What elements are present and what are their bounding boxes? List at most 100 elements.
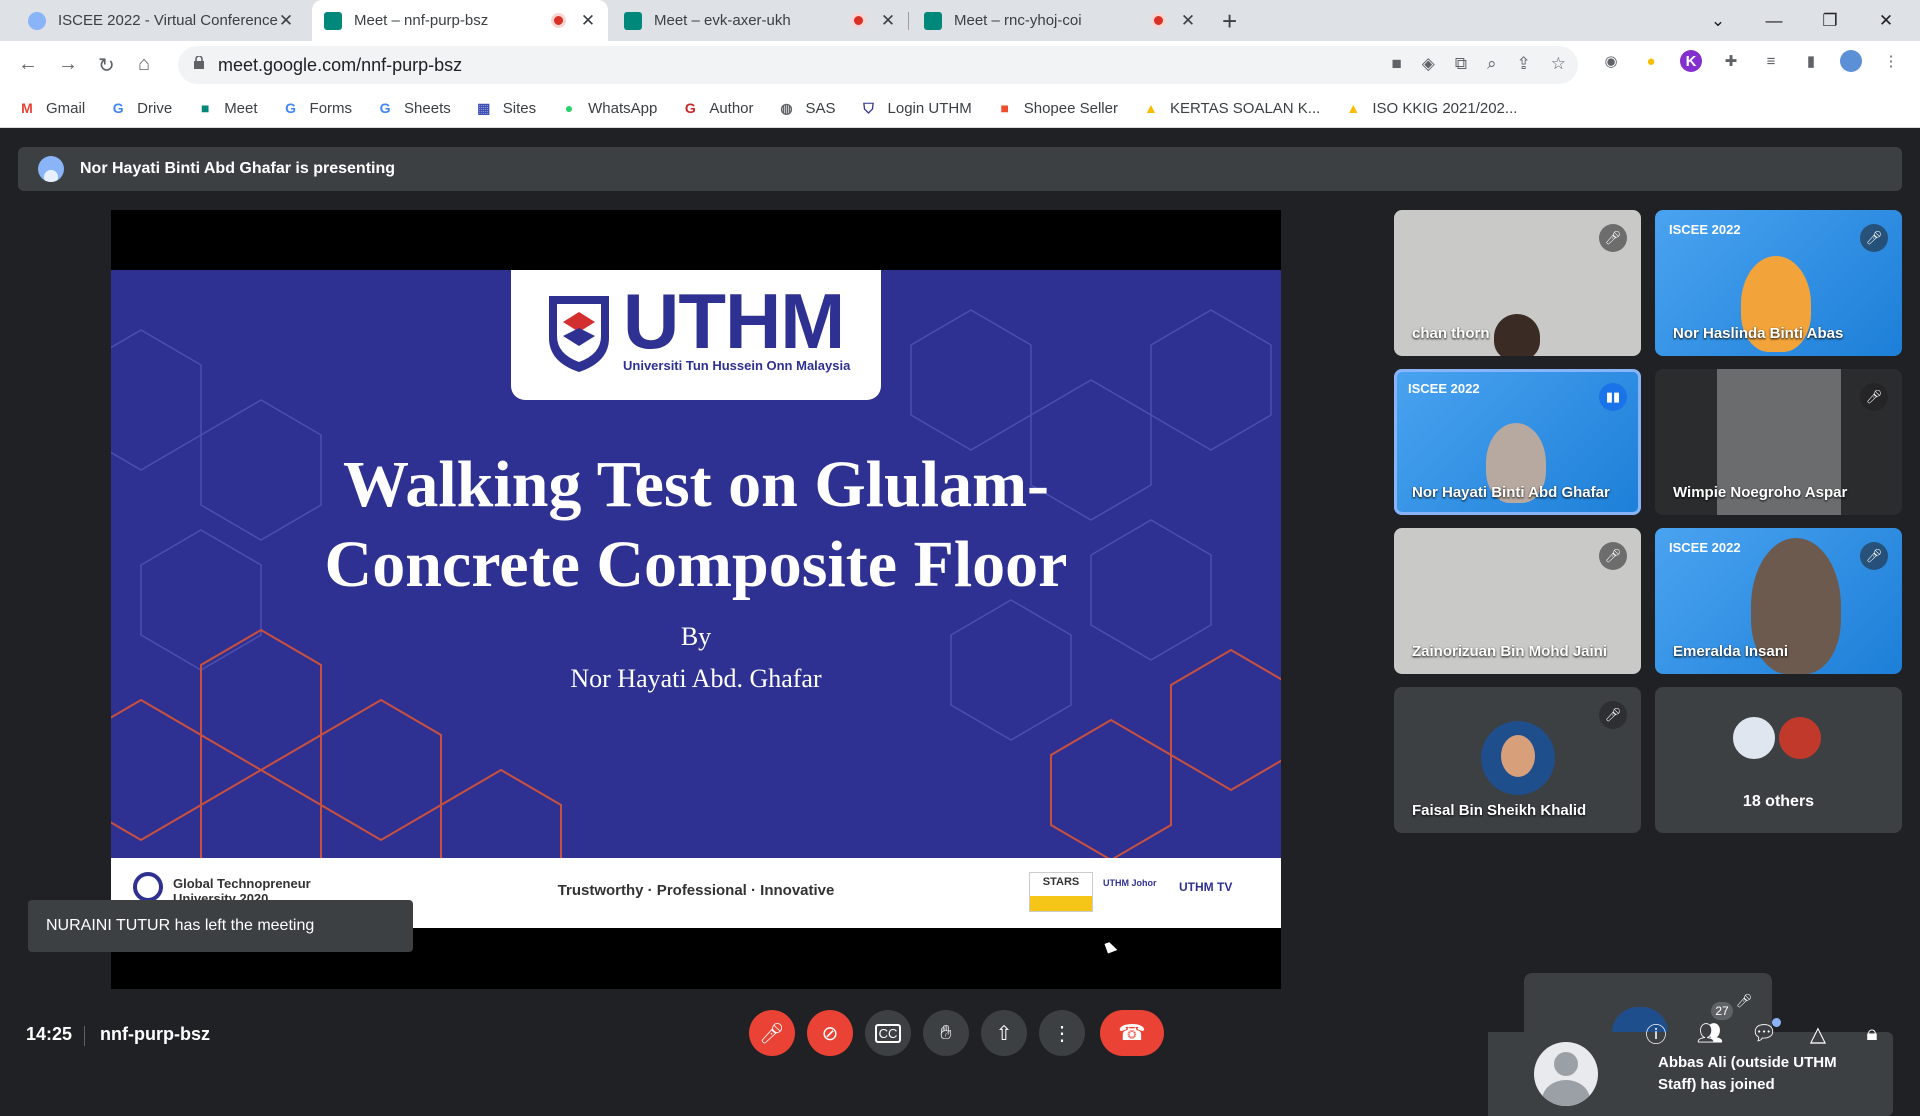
bookmark-login-uthm[interactable]: ⛉ Login UTHM [860, 99, 972, 117]
meet-icon [924, 11, 942, 30]
presenting-text: Nor Hayati Binti Abd Ghafar is presentin… [80, 160, 396, 177]
iscee-watermark: ISCEE 2022 [1669, 540, 1741, 555]
bookmark-star-icon[interactable]: ☆ [1551, 54, 1566, 74]
bookmark-iso[interactable]: ▲ ISO KKIG 2021/202... [1344, 99, 1517, 117]
k-extension-icon[interactable]: K [1680, 50, 1702, 72]
maximize-button[interactable]: ❐ [1802, 0, 1858, 41]
reload-icon[interactable]: ↻ [98, 53, 115, 78]
close-icon[interactable]: ✕ [880, 11, 896, 31]
activities-icon[interactable]: △ [1804, 1020, 1832, 1048]
close-icon[interactable]: ✕ [1180, 11, 1196, 31]
bookmark-forms[interactable]: G Forms [282, 99, 352, 117]
meeting-details-icon[interactable]: ⓘ [1642, 1020, 1670, 1048]
recording-icon [1151, 13, 1166, 28]
open-external-icon[interactable]: ⧉ [1455, 54, 1467, 74]
participant-tile[interactable]: ISCEE 2022 🎤︎ Emeralda Insani [1655, 528, 1902, 674]
captions-button[interactable]: CC [865, 1010, 911, 1056]
participant-name: Nor Hayati Binti Abd Ghafar [1412, 484, 1610, 501]
bookmark-label: Login UTHM [887, 99, 972, 117]
tab-meet-rnc[interactable]: Meet – rnc-yhoj-coi ✕ [912, 0, 1208, 41]
mic-off-icon: 🎤︎ [759, 1022, 785, 1045]
participant-tile[interactable]: ISCEE 2022 ▮▮ Nor Hayati Binti Abd Ghafa… [1394, 369, 1641, 515]
close-icon[interactable]: ✕ [580, 11, 596, 31]
media-control-icon[interactable]: ≡ [1760, 50, 1782, 72]
participant-name: Emeralda Insani [1673, 643, 1789, 660]
share-icon[interactable]: ⇪ [1517, 54, 1531, 74]
more-options-button[interactable]: ⋮ [1039, 1010, 1085, 1056]
close-icon[interactable]: ✕ [278, 11, 294, 31]
tab-strip: ISCEE 2022 - Virtual Conference ✕ Meet –… [0, 0, 1920, 41]
owl-extension-icon[interactable]: ◉ [1600, 50, 1622, 72]
tab-iscee[interactable]: ISCEE 2022 - Virtual Conference ✕ [16, 0, 306, 41]
bookmark-label: KERTAS SOALAN K... [1169, 99, 1321, 117]
tab-search-icon[interactable]: ⌄ [1690, 0, 1746, 41]
bookmark-gmail[interactable]: M Gmail [18, 99, 85, 117]
url-text: meet.google.com/nnf-purp-bsz [218, 55, 463, 75]
uthm-tv-logo: UTHM TV [1179, 880, 1233, 894]
camera-off-icon: ⊘ [821, 1022, 839, 1045]
bookmark-sheets[interactable]: G Sheets [376, 99, 451, 117]
raise-hand-button[interactable]: ✋︎ [923, 1010, 969, 1056]
host-controls-icon[interactable]: 🔒︎ [1858, 1020, 1886, 1048]
participant-tile[interactable]: 🎤︎ Wimpie Noegroho Aspar [1655, 369, 1902, 515]
bookmark-meet[interactable]: ■ Meet [196, 99, 258, 117]
menu-kebab-icon[interactable]: ⋮ [1880, 50, 1902, 72]
bulb-extension-icon[interactable]: ● [1640, 50, 1662, 72]
presentation-stage[interactable]: UTHM Universiti Tun Hussein Onn Malaysia… [111, 210, 1281, 989]
bookmark-kertas[interactable]: ▲ KERTAS SOALAN K... [1142, 99, 1320, 117]
bookmark-whatsapp[interactable]: ● WhatsApp [560, 99, 657, 117]
captions-icon: CC [874, 1023, 902, 1043]
minimize-button[interactable]: — [1746, 0, 1802, 41]
tab-meet-nnf[interactable]: Meet – nnf-purp-bsz ✕ [312, 0, 608, 41]
side-panel-icon[interactable]: ▮ [1800, 50, 1822, 72]
new-tab-button[interactable]: + [1222, 6, 1237, 37]
tab-title: ISCEE 2022 - Virtual Conference [58, 12, 278, 29]
extensions-puzzle-icon[interactable]: ✚ [1720, 50, 1742, 72]
presenting-banner: Nor Hayati Binti Abd Ghafar is presentin… [18, 147, 1902, 191]
camera-toggle-button[interactable]: ⊘ [807, 1010, 853, 1056]
profile-avatar[interactable] [1840, 50, 1862, 72]
iscee-watermark: ISCEE 2022 [1408, 381, 1480, 396]
participant-count-badge: 27 [1711, 1002, 1733, 1020]
sites-icon: ▦ [477, 99, 491, 116]
hang-up-icon: ☎︎ [1118, 1020, 1146, 1045]
tab-divider [908, 12, 909, 30]
iscee-watermark: ISCEE 2022 [1669, 222, 1741, 237]
address-bar[interactable]: meet.google.com/nnf-purp-bsz ■ ◈ ⧉ ⌕ ⇪ ☆ [178, 46, 1578, 84]
bookmark-shopee[interactable]: ■ Shopee Seller [996, 99, 1118, 117]
blocked-icon[interactable]: ◈ [1422, 54, 1435, 74]
participant-tile[interactable]: 🎤︎ Zainorizuan Bin Mohd Jaini [1394, 528, 1641, 674]
meeting-code: nnf-purp-bsz [100, 1024, 210, 1044]
recording-icon [851, 13, 866, 28]
zoom-icon[interactable]: ⌕ [1487, 54, 1497, 74]
tab-title: Meet – evk-axer-ukh [654, 12, 791, 29]
hand-icon: ✋︎ [940, 1021, 952, 1044]
bookmark-sas[interactable]: ◍ SAS [778, 99, 835, 117]
participant-tile[interactable]: ISCEE 2022 🎤︎ Nor Haslinda Binti Abas [1655, 210, 1902, 356]
back-icon[interactable]: ← [18, 53, 38, 76]
left-meeting-toast: NURAINI TUTUR has left the meeting [28, 900, 413, 952]
tab-meet-evk[interactable]: Meet – evk-axer-ukh ✕ [612, 0, 908, 41]
uthm-crest-icon [549, 296, 609, 372]
slide-title-line2: Concrete Composite Floor [324, 528, 1068, 601]
uthm-icon: ⛉ [863, 99, 874, 116]
mic-toggle-button[interactable]: 🎤︎ [749, 1010, 795, 1056]
camera-icon[interactable]: ■ [1391, 54, 1401, 74]
participant-tile[interactable]: 🎤︎ Faisal Bin Sheikh Khalid [1394, 687, 1641, 833]
bookmark-author[interactable]: G Author [681, 99, 754, 117]
home-icon[interactable]: ⌂ [138, 53, 150, 76]
meeting-time: 14:25 [26, 1024, 73, 1044]
others-tile[interactable]: 18 others [1655, 687, 1902, 833]
bookmark-label: WhatsApp [588, 99, 658, 117]
people-icon[interactable]: 👥︎ [1696, 1020, 1724, 1048]
participant-tile[interactable]: 🎤︎ chan thorn [1394, 210, 1641, 356]
forward-icon[interactable]: → [58, 53, 78, 76]
mic-off-icon: 🎤︎ [1599, 542, 1627, 570]
bookmark-drive[interactable]: G Drive [109, 99, 172, 117]
google-icon: G [379, 100, 391, 116]
bookmark-sites[interactable]: ▦ Sites [475, 99, 536, 117]
window-close-button[interactable]: ✕ [1858, 0, 1914, 41]
present-button[interactable]: ⇧ [981, 1010, 1027, 1056]
mic-off-icon: 🎤︎ [1860, 383, 1888, 411]
leave-call-button[interactable]: ☎︎ [1100, 1010, 1164, 1056]
